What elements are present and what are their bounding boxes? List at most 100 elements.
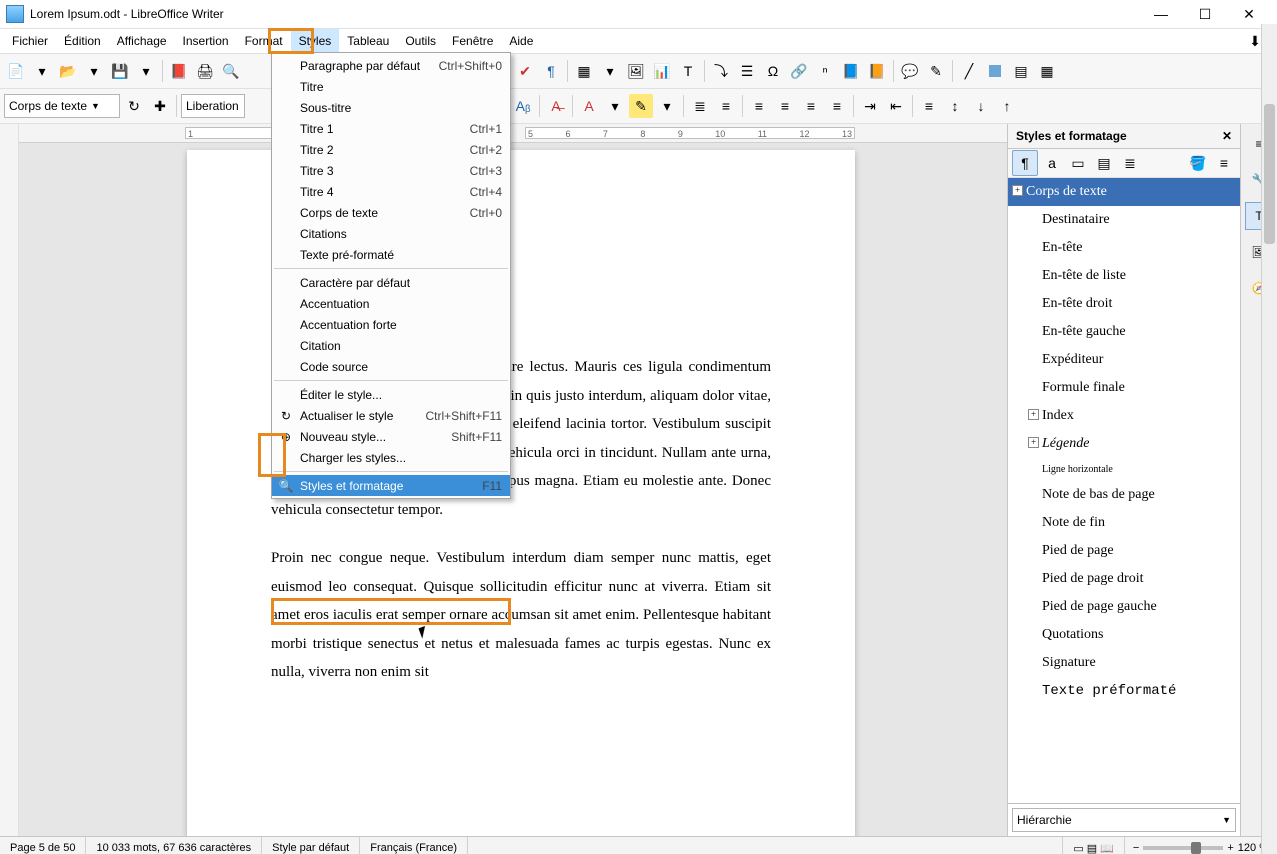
export-pdf-button[interactable]: 📕 (167, 59, 191, 83)
style-tree-item[interactable]: Texte préformaté (1008, 677, 1240, 705)
menu-item[interactable]: Accentuation (272, 293, 510, 314)
menu-item[interactable]: Titre 4Ctrl+4 (272, 181, 510, 202)
menu-item[interactable]: Citation (272, 335, 510, 356)
decrease-indent-button[interactable]: ⇤ (884, 94, 908, 118)
more-shapes-button[interactable]: ▦ (1035, 59, 1059, 83)
decrease-spacing-button[interactable]: ↑ (995, 94, 1019, 118)
menu-item[interactable]: Texte pré-formaté (272, 244, 510, 265)
new-style-from-sel-button[interactable]: ≡ (1212, 151, 1236, 175)
side-panel-scrollbar[interactable] (1261, 24, 1277, 854)
style-tree[interactable]: +Corps de texteDestinataireEn-têteEn-têt… (1008, 178, 1240, 804)
style-tree-item[interactable]: Formule finale (1008, 374, 1240, 402)
page-styles-tab[interactable]: ▤ (1092, 151, 1116, 175)
cross-ref-button[interactable]: 📙 (865, 59, 889, 83)
frame-styles-tab[interactable]: ▭ (1066, 151, 1090, 175)
menu-item[interactable]: Titre 1Ctrl+1 (272, 118, 510, 139)
menu-item[interactable]: Éditer le style... (272, 384, 510, 405)
new-doc-button[interactable]: 📄 (4, 59, 28, 83)
zoom-out-icon[interactable]: − (1133, 842, 1139, 854)
document-viewport[interactable]: 1 2 5 6 7 8 9 10 11 12 13 C n (19, 124, 1007, 836)
style-tree-item[interactable]: Note de bas de page (1008, 481, 1240, 509)
bullet-list-button[interactable]: ≣ (688, 94, 712, 118)
fill-format-mode-button[interactable]: 🪣 (1186, 151, 1210, 175)
new-dropdown-icon[interactable]: ▾ (30, 59, 54, 83)
menu-item[interactable]: ⊕Nouveau style...Shift+F11 (272, 426, 510, 447)
menu-item[interactable]: Charger les styles... (272, 447, 510, 468)
font-color-dropdown[interactable]: ▾ (603, 94, 627, 118)
clear-formatting-button[interactable]: A̶ (544, 94, 568, 118)
status-view-icons[interactable]: ▭ ▤ 📖 (1063, 837, 1125, 854)
menu-tableau[interactable]: Tableau (339, 29, 397, 53)
table-button[interactable]: ▦ (572, 59, 596, 83)
zoom-slider[interactable] (1143, 846, 1223, 850)
update-style-button[interactable]: ↻ (122, 94, 146, 118)
font-color-button[interactable]: A (577, 94, 601, 118)
subscript-button[interactable]: Aᵦ (511, 94, 535, 118)
menu-affichage[interactable]: Affichage (109, 29, 175, 53)
menu-edition[interactable]: Édition (56, 29, 109, 53)
new-style-button[interactable]: ✚ (148, 94, 172, 118)
paragraph-style-combo[interactable]: Corps de texte ▼ (4, 94, 120, 118)
menu-item[interactable]: ↻Actualiser le styleCtrl+Shift+F11 (272, 405, 510, 426)
style-tree-item[interactable]: +Index (1008, 402, 1240, 430)
font-name-combo[interactable]: Liberation (181, 94, 245, 118)
style-tree-item[interactable]: Signature (1008, 649, 1240, 677)
align-left-button[interactable]: ≡ (747, 94, 771, 118)
tree-expander-icon[interactable]: + (1012, 185, 1023, 196)
menu-item[interactable]: Sous-titre (272, 97, 510, 118)
menu-item[interactable]: Titre (272, 76, 510, 97)
style-tree-item[interactable]: Pied de page droit (1008, 565, 1240, 593)
style-tree-item[interactable]: En-tête droit (1008, 290, 1240, 318)
style-tree-item[interactable]: Ligne horizontale (1008, 458, 1240, 481)
menu-item[interactable]: Titre 2Ctrl+2 (272, 139, 510, 160)
increase-spacing-button[interactable]: ↓ (969, 94, 993, 118)
save-button[interactable]: 💾 (108, 59, 132, 83)
spellcheck-button[interactable]: ✔ (513, 59, 537, 83)
menu-item[interactable]: Titre 3Ctrl+3 (272, 160, 510, 181)
align-justify-button[interactable]: ≡ (825, 94, 849, 118)
para-spacing-button[interactable]: ↕ (943, 94, 967, 118)
style-filter-combo[interactable]: Hiérarchie ▼ (1012, 808, 1236, 832)
menu-format[interactable]: Format (237, 29, 291, 53)
align-right-button[interactable]: ≡ (799, 94, 823, 118)
menu-item[interactable]: 🔍Styles et formatageF11 (272, 475, 510, 496)
image-button[interactable]: 🖼 (624, 59, 648, 83)
menu-item[interactable]: Corps de texteCtrl+0 (272, 202, 510, 223)
style-tree-item[interactable]: +Légende (1008, 430, 1240, 458)
highlight-dropdown[interactable]: ▾ (655, 94, 679, 118)
print-preview-button[interactable]: 🔍 (219, 59, 243, 83)
page-break-button[interactable]: ⤵ (709, 59, 733, 83)
status-wordcount[interactable]: 10 033 mots, 67 636 caractères (86, 837, 262, 854)
tree-expander-icon[interactable]: + (1028, 409, 1039, 420)
scrollbar-thumb[interactable] (1264, 104, 1275, 244)
paragraph-styles-tab[interactable]: ¶ (1012, 150, 1038, 176)
menu-item[interactable]: Citations (272, 223, 510, 244)
tree-expander-icon[interactable]: + (1028, 437, 1039, 448)
character-styles-tab[interactable]: a (1040, 151, 1064, 175)
save-dropdown-icon[interactable]: ▾ (134, 59, 158, 83)
number-list-button[interactable]: ≡ (714, 94, 738, 118)
comment-button[interactable]: 💬 (898, 59, 922, 83)
increase-indent-button[interactable]: ⇥ (858, 94, 882, 118)
footnote-button[interactable]: ⁿ (813, 59, 837, 83)
basic-shapes-button[interactable] (983, 59, 1007, 83)
minimize-button[interactable]: — (1139, 0, 1183, 28)
menu-insertion[interactable]: Insertion (175, 29, 237, 53)
status-language[interactable]: Français (France) (360, 837, 468, 854)
hyperlink-button[interactable]: 🔗 (787, 59, 811, 83)
maximize-button[interactable]: ☐ (1183, 0, 1227, 28)
open-dropdown-icon[interactable]: ▾ (82, 59, 106, 83)
style-tree-item[interactable]: Pied de page gauche (1008, 593, 1240, 621)
menu-fichier[interactable]: Fichier (4, 29, 56, 53)
style-tree-item[interactable]: En-tête de liste (1008, 262, 1240, 290)
status-page[interactable]: Page 5 de 50 (0, 837, 86, 854)
table-dropdown-icon[interactable]: ▾ (598, 59, 622, 83)
style-tree-item[interactable]: Pied de page (1008, 537, 1240, 565)
style-tree-item[interactable]: +Corps de texte (1008, 178, 1240, 206)
highlight-button[interactable]: ✎ (629, 94, 653, 118)
menu-fenetre[interactable]: Fenêtre (444, 29, 501, 53)
menu-styles[interactable]: Styles (291, 29, 340, 53)
style-tree-item[interactable]: Note de fin (1008, 509, 1240, 537)
menu-item[interactable]: Code source (272, 356, 510, 377)
bookmark-button[interactable]: 📘 (839, 59, 863, 83)
